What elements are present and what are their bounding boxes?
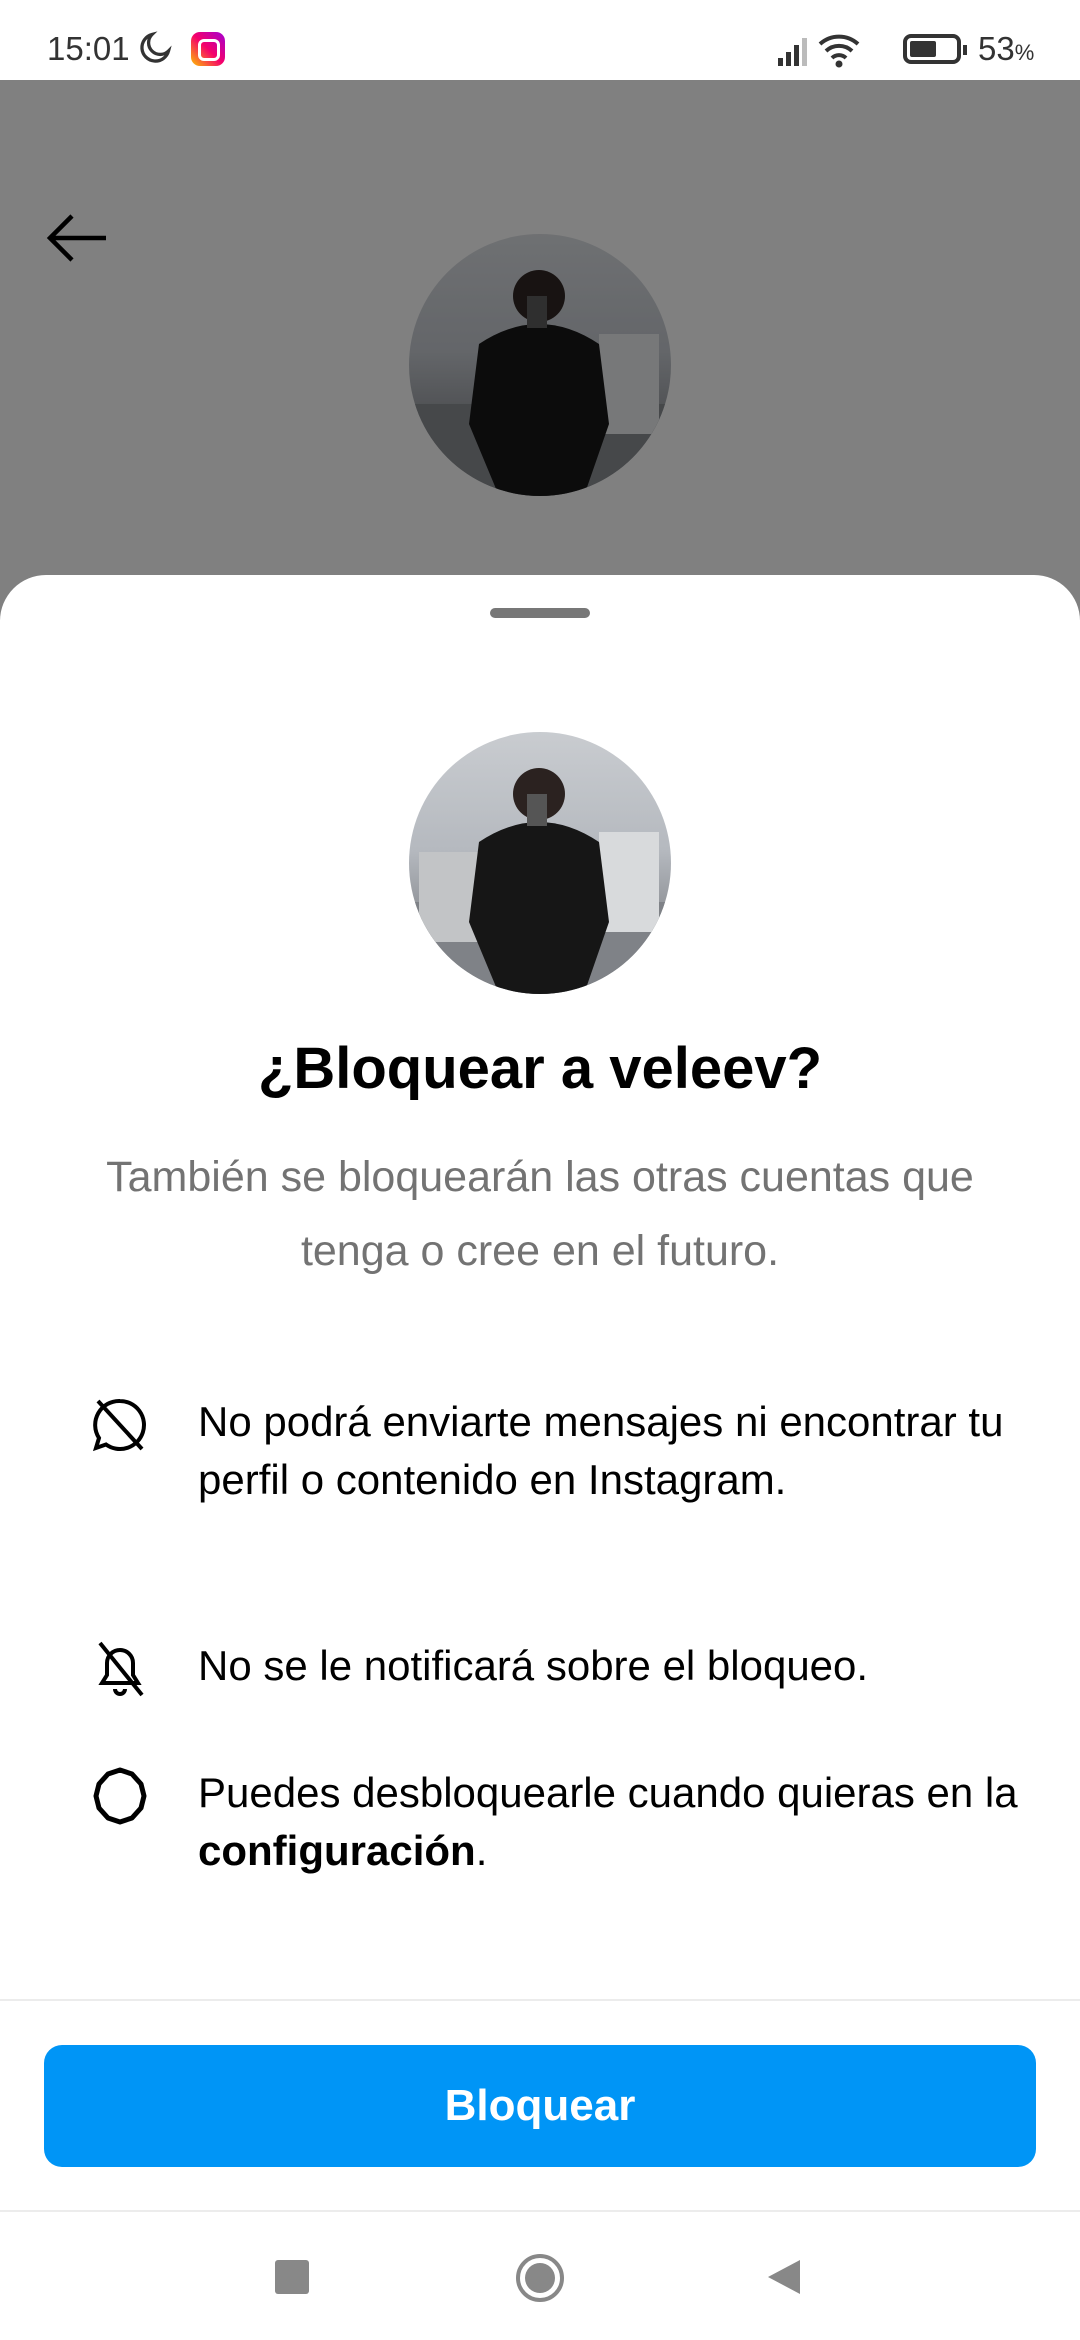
- info-text: No se le notificará sobre el bloqueo.: [198, 1642, 869, 1689]
- instagram-icon: [191, 32, 225, 66]
- status-time: 15:01: [47, 30, 130, 67]
- signal-icon: [778, 34, 860, 68]
- battery-icon: [903, 34, 967, 64]
- battery-percent: 53%: [978, 30, 1035, 67]
- message-off-icon: [92, 1398, 146, 1452]
- profile-avatar: [409, 234, 671, 496]
- bell-off-icon: [98, 1641, 144, 1697]
- block-button[interactable]: Bloquear: [44, 2045, 1036, 2167]
- moon-icon: [140, 31, 172, 63]
- home-circle-icon[interactable]: [514, 2252, 566, 2304]
- system-nav-bar: [0, 2210, 1080, 2340]
- profile-background: [0, 80, 1080, 620]
- wifi-icon: [818, 34, 860, 60]
- back-arrow-icon[interactable]: [42, 210, 112, 266]
- status-bar: 15:01 53%: [0, 0, 1080, 80]
- info-text: No podrá enviarte mensajes ni encontrar …: [198, 1398, 1004, 1503]
- settings-link[interactable]: configuración: [198, 1827, 476, 1874]
- sheet-subtitle: También se bloquearán las otras cuentas …: [106, 1153, 974, 1275]
- user-avatar: [409, 732, 671, 994]
- back-triangle-icon[interactable]: [766, 2258, 802, 2296]
- sheet-title: ¿Bloquear a veleev?: [257, 1036, 823, 1101]
- block-confirmation-sheet: ¿Bloquear a veleev? También se bloqueará…: [0, 575, 1080, 2340]
- divider: [0, 1999, 1080, 2001]
- info-text: Puedes desbloquearle cuando quieras en l…: [198, 1769, 1018, 1874]
- drag-handle[interactable]: [490, 608, 590, 618]
- recents-square-icon[interactable]: [275, 2260, 309, 2294]
- settings-gear-icon: [93, 1767, 147, 1825]
